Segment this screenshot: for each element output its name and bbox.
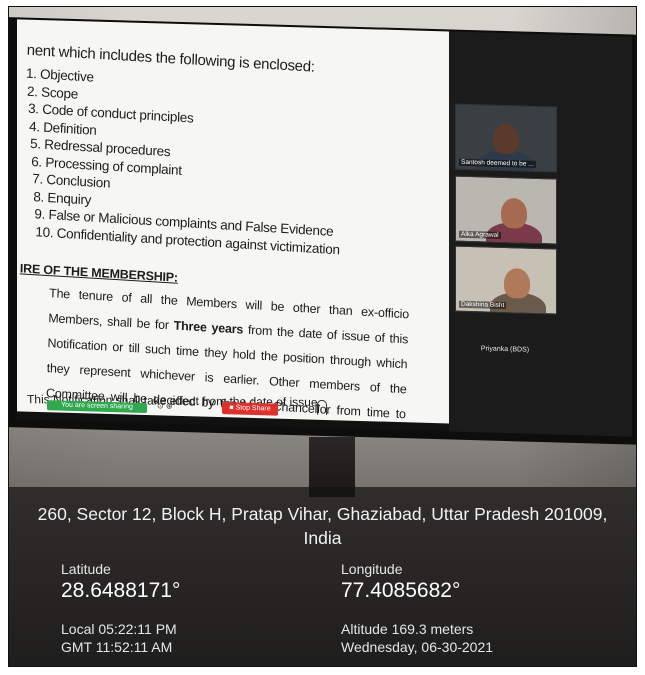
list-item-number: 2. <box>26 83 38 99</box>
list-item-number: 3. <box>27 100 39 117</box>
list-item-label: Enquiry <box>47 189 92 208</box>
date: Wednesday, 06-30-2021 <box>341 639 494 655</box>
gmt-time: GMT 11:52:11 AM <box>61 639 173 655</box>
list-item-number: 10. <box>35 223 54 240</box>
list-item-number: 8. <box>33 188 45 205</box>
participant-head <box>493 123 519 155</box>
longitude-value: 77.4085682° <box>341 579 461 602</box>
participant-head <box>501 197 527 229</box>
stop-share-label: Stop Share <box>235 404 271 413</box>
shared-document: ttee nent which includes the following i… <box>17 19 449 424</box>
list-item-label: Definition <box>43 119 97 138</box>
list-item-number: 1. <box>25 65 37 82</box>
longitude-label: Longitude <box>341 561 403 577</box>
participant-tile[interactable]: Santosh deemed to be ... <box>455 103 557 173</box>
photo-frame: ttee nent which includes the following i… <box>8 6 637 667</box>
doc-text-block: nent which includes the following is enc… <box>17 42 447 424</box>
list-item-number: 9. <box>34 206 46 222</box>
local-time: Local 05:22:11 PM <box>61 621 177 637</box>
cursor-icon <box>317 399 327 416</box>
share-control-icons[interactable]: ⊙ ⊕ <box>157 401 173 410</box>
participant-tile[interactable]: Dakshina Bisht <box>455 245 557 315</box>
list-item-number: 4. <box>28 118 41 134</box>
participants-panel: Santosh deemed to be ... Alka Agrawal Da… <box>449 31 632 437</box>
stop-icon: ■ <box>229 404 234 412</box>
enclosure-list: 1. Objective 2. Scope 3. Code of conduct p… <box>21 65 446 265</box>
list-item-number: 5. <box>29 135 42 152</box>
participant-name: Alka Agrawal <box>459 230 501 239</box>
monitor-bezel: ttee nent which includes the following i… <box>9 17 636 445</box>
list-item-label: Objective <box>39 66 94 85</box>
participant-name: Dakshina Bisht <box>459 300 507 310</box>
stop-share-button[interactable]: ■ Stop Share <box>222 402 278 416</box>
monitor-screen: ttee nent which includes the following i… <box>17 19 632 437</box>
participant-head <box>504 267 530 299</box>
participant-priyanka[interactable]: Priyanka (BDS) <box>455 324 555 377</box>
altitude: Altitude 169.3 meters <box>341 621 474 637</box>
latitude-label: Latitude <box>61 561 111 577</box>
para-bold-text: Three years <box>173 318 244 337</box>
location-address: 260, Sector 12, Block H, Pratap Vihar, G… <box>37 504 608 548</box>
list-item-number: 6. <box>31 153 43 170</box>
participant-tile[interactable]: Alka Agrawal <box>455 175 557 245</box>
list-item-label: Conclusion <box>46 171 111 191</box>
latitude-value: 28.6488171° <box>61 579 181 602</box>
list-item-label: Scope <box>40 84 79 102</box>
geotag-overlay: 260, Sector 12, Block H, Pratap Vihar, G… <box>9 487 636 666</box>
list-item-number: 7. <box>32 171 44 187</box>
